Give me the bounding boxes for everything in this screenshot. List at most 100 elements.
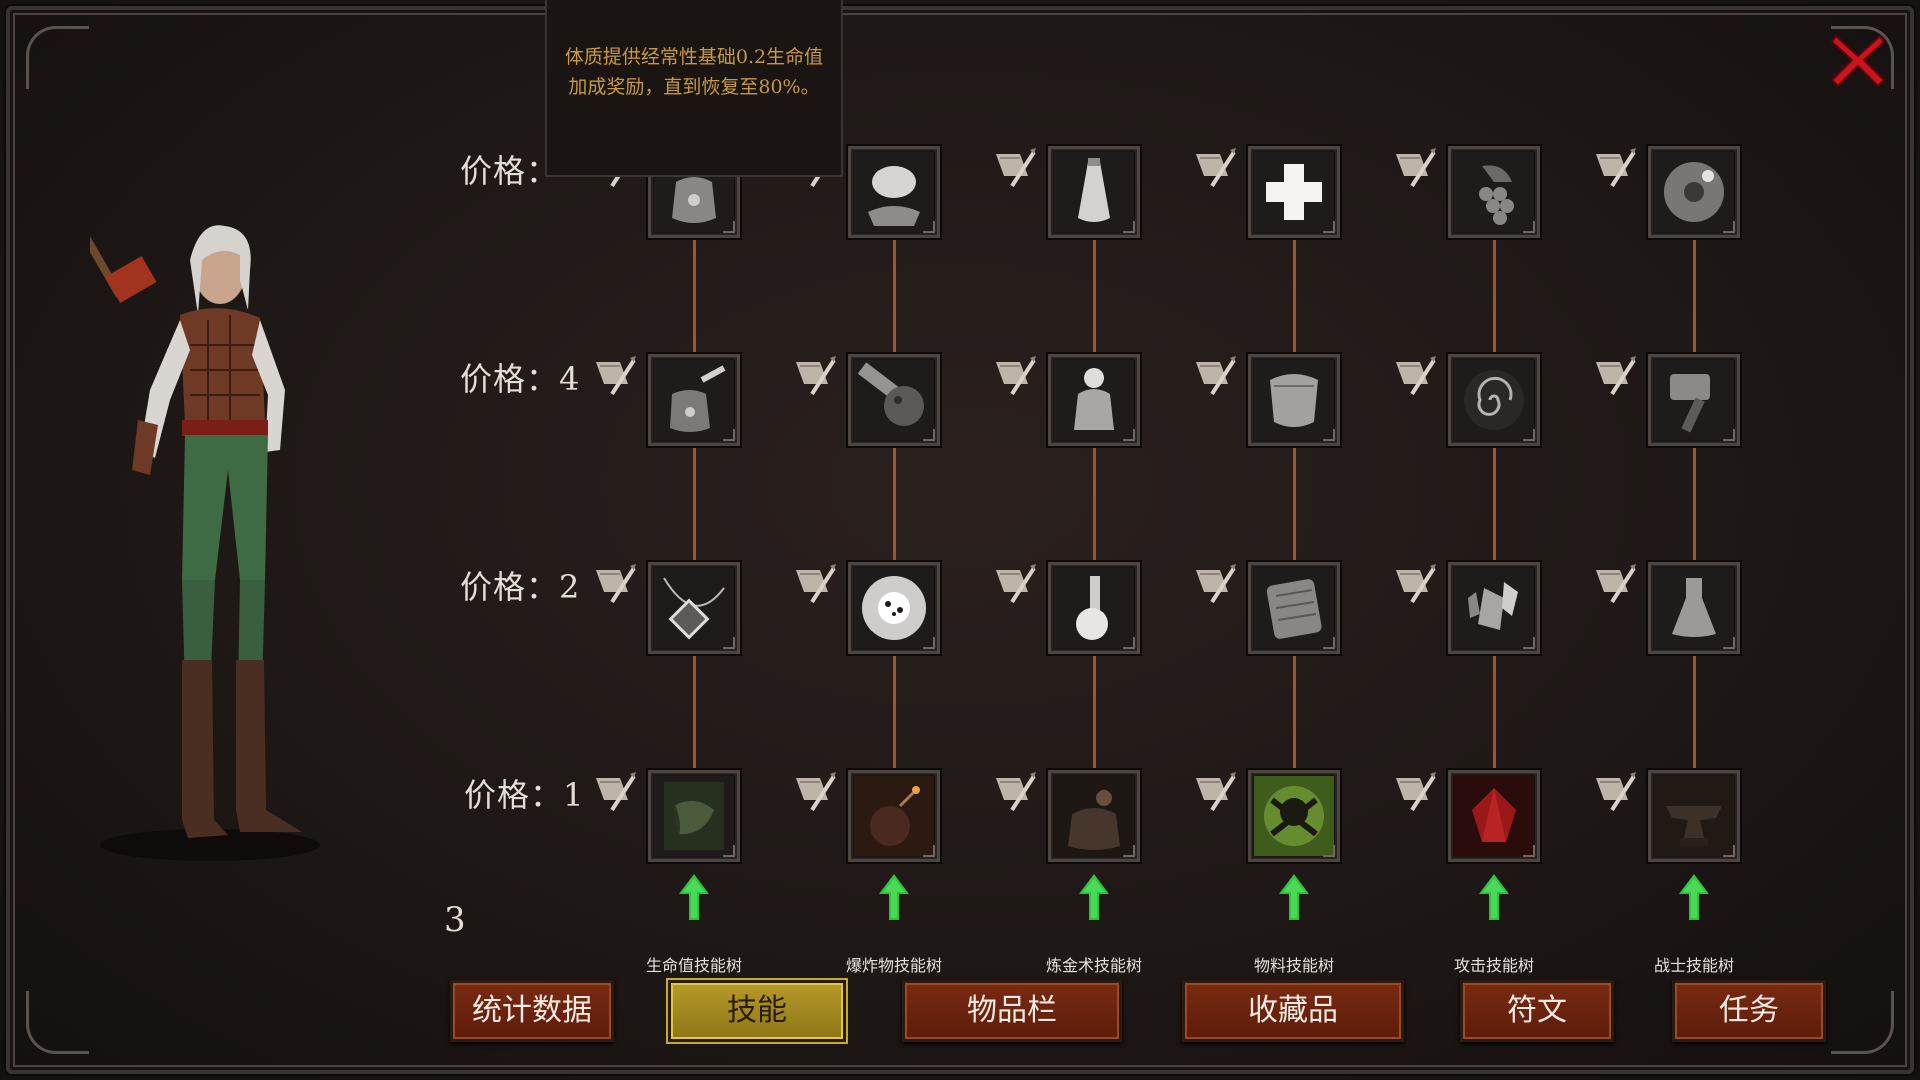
cross-icon bbox=[1254, 152, 1334, 232]
skill-tree-label: 生命值技能树 bbox=[645, 956, 742, 975]
skill-tree-label: 爆炸物技能树 bbox=[845, 956, 942, 975]
slot-corner bbox=[1723, 221, 1735, 233]
red-gem-icon bbox=[1454, 776, 1534, 856]
skill-scroll-icon bbox=[1190, 354, 1236, 398]
skill-slot[interactable] bbox=[648, 770, 740, 862]
skill-slot[interactable] bbox=[1048, 562, 1140, 654]
tooltip-text: 体质提供经常性基础0.2生命值加成奖励，直到恢复至80%。 bbox=[564, 46, 824, 98]
upgrade-arrow-button[interactable] bbox=[1079, 874, 1109, 920]
upgrade-arrow-button[interactable] bbox=[1679, 874, 1709, 920]
tab-skills[interactable]: 技能 bbox=[668, 980, 846, 1042]
skill-slot[interactable] bbox=[848, 354, 940, 446]
skill-tree-label: 攻击技能树 bbox=[1453, 956, 1534, 975]
brain-hand-icon bbox=[854, 152, 934, 232]
slot-corner bbox=[1123, 429, 1135, 441]
slot-corner bbox=[1523, 637, 1535, 649]
arrow-up-icon bbox=[879, 874, 909, 920]
skill-slot[interactable] bbox=[1248, 770, 1340, 862]
skill-slot[interactable] bbox=[1048, 770, 1140, 862]
skill-scroll-icon bbox=[990, 146, 1036, 190]
slot-corner bbox=[723, 845, 735, 857]
skill-scroll-icon bbox=[790, 770, 836, 814]
tree-connector bbox=[1693, 240, 1696, 352]
arrow-up-icon bbox=[1679, 874, 1709, 920]
slot-corner bbox=[923, 637, 935, 649]
scroll-roll-icon bbox=[654, 776, 734, 856]
slot-corner bbox=[1123, 637, 1135, 649]
slot-corner bbox=[1523, 221, 1535, 233]
skill-slot[interactable] bbox=[648, 562, 740, 654]
slot-corner bbox=[1123, 845, 1135, 857]
pouch-glow-icon bbox=[654, 360, 734, 440]
anvil-icon bbox=[1654, 776, 1734, 856]
upgrade-arrow-button[interactable] bbox=[879, 874, 909, 920]
skill-slot[interactable] bbox=[848, 562, 940, 654]
skill-slot[interactable] bbox=[1448, 562, 1540, 654]
tab-runes[interactable]: 符文 bbox=[1460, 980, 1614, 1042]
slot-corner bbox=[1123, 221, 1135, 233]
close-button[interactable] bbox=[1828, 30, 1888, 90]
skill-scroll-icon bbox=[1590, 354, 1636, 398]
skill-slot[interactable] bbox=[848, 146, 940, 238]
flask-conical-icon bbox=[1654, 568, 1734, 648]
disc-icon bbox=[1654, 152, 1734, 232]
upgrade-arrow-button[interactable] bbox=[1279, 874, 1309, 920]
tab-quests[interactable]: 任务 bbox=[1672, 980, 1826, 1042]
skill-slot[interactable] bbox=[1448, 354, 1540, 446]
arrow-up-icon bbox=[1079, 874, 1109, 920]
slot-corner bbox=[923, 845, 935, 857]
vial-icon bbox=[1054, 152, 1134, 232]
skill-scroll-icon bbox=[1390, 146, 1436, 190]
slot-corner bbox=[1523, 429, 1535, 441]
slot-corner bbox=[1723, 845, 1735, 857]
skill-slot[interactable] bbox=[848, 770, 940, 862]
skill-slot[interactable] bbox=[1448, 770, 1540, 862]
skill-scroll-icon bbox=[590, 770, 636, 814]
skill-scroll-icon bbox=[1590, 770, 1636, 814]
skill-slot[interactable] bbox=[1248, 354, 1340, 446]
slot-corner bbox=[923, 221, 935, 233]
skill-slot[interactable] bbox=[1448, 146, 1540, 238]
tree-connector bbox=[1093, 448, 1096, 560]
skill-slot[interactable] bbox=[1648, 354, 1740, 446]
tree-connector bbox=[1493, 240, 1496, 352]
price-label-tier3: 价格：4 bbox=[460, 360, 581, 398]
skill-slot[interactable] bbox=[1648, 146, 1740, 238]
corner-ornament bbox=[26, 26, 89, 89]
corner-ornament bbox=[1831, 991, 1894, 1054]
skill-scroll-icon bbox=[1190, 146, 1236, 190]
tree-connector bbox=[1693, 448, 1696, 560]
skill-points-counter: 3 bbox=[444, 900, 466, 940]
slot-corner bbox=[1323, 221, 1335, 233]
tab-stats[interactable]: 统计数据 bbox=[450, 980, 614, 1042]
tree-connector bbox=[893, 656, 896, 768]
upgrade-arrow-button[interactable] bbox=[679, 874, 709, 920]
slot-corner bbox=[1323, 845, 1335, 857]
skill-slot[interactable] bbox=[1648, 770, 1740, 862]
skill-scroll-icon bbox=[790, 562, 836, 606]
tree-connector bbox=[693, 448, 696, 560]
tree-connector bbox=[1493, 656, 1496, 768]
upgrade-arrow-button[interactable] bbox=[1479, 874, 1509, 920]
pendant-icon bbox=[654, 568, 734, 648]
slot-corner bbox=[1323, 429, 1335, 441]
skill-slot[interactable] bbox=[1248, 146, 1340, 238]
skill-slot[interactable] bbox=[648, 354, 740, 446]
tree-connector bbox=[1693, 656, 1696, 768]
slot-corner bbox=[1723, 637, 1735, 649]
skill-slot[interactable] bbox=[1248, 562, 1340, 654]
skill-scroll-icon bbox=[1590, 146, 1636, 190]
skill-window: 价格： 价格：4 价格：2 价格：1 生命值技能树 爆炸物技能树 炼金术技能树 物料技… bbox=[0, 0, 1920, 1080]
skill-slot[interactable] bbox=[1648, 562, 1740, 654]
slot-corner bbox=[723, 637, 735, 649]
skill-scroll-icon bbox=[990, 770, 1036, 814]
skill-scroll-icon bbox=[1190, 562, 1236, 606]
slot-corner bbox=[1323, 637, 1335, 649]
tab-inventory[interactable]: 物品栏 bbox=[902, 980, 1122, 1042]
grapes-icon bbox=[1454, 152, 1534, 232]
skill-slot[interactable] bbox=[1048, 146, 1140, 238]
slot-corner bbox=[723, 221, 735, 233]
skill-slot[interactable] bbox=[1048, 354, 1140, 446]
tab-collectibles[interactable]: 收藏品 bbox=[1182, 980, 1404, 1042]
skill-tree-label: 战士技能树 bbox=[1653, 956, 1734, 975]
